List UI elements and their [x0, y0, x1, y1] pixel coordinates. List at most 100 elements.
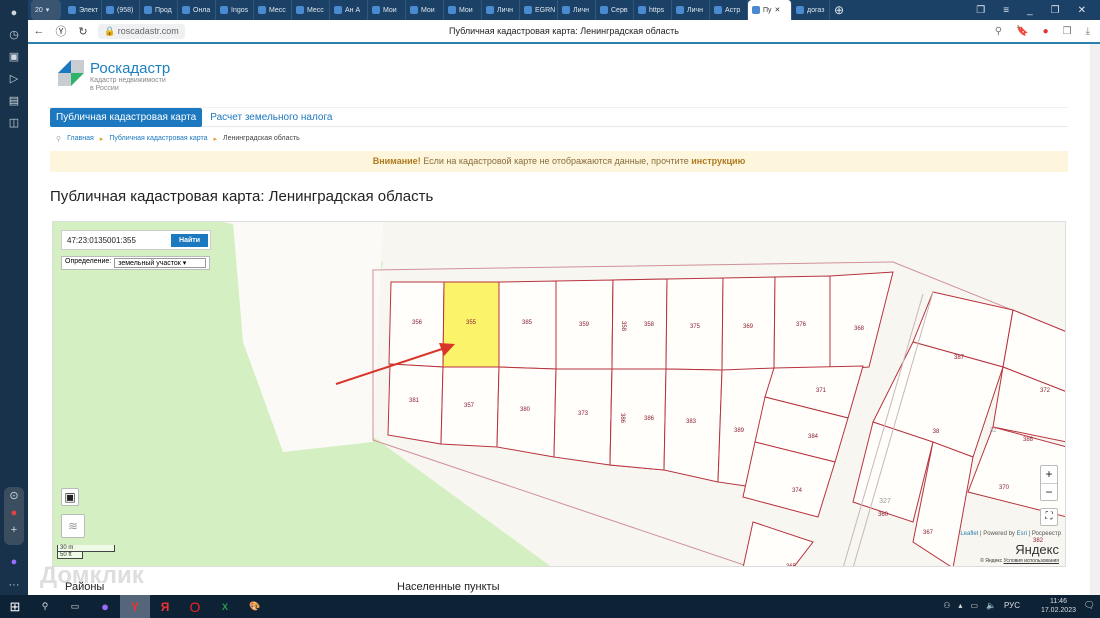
fullscreen-button[interactable]: ⛶: [1040, 508, 1058, 526]
tab-counter[interactable]: 20 ▾: [31, 0, 61, 20]
breadcrumb-map[interactable]: Публичная кадастровая карта: [109, 135, 207, 143]
tray-arrow-icon[interactable]: ▴: [958, 601, 962, 610]
yandex-taskbar-icon[interactable]: Я: [150, 595, 180, 618]
menu-item-land-tax[interactable]: Расчет земельного налога: [202, 112, 340, 123]
people-icon[interactable]: ⚇: [943, 601, 950, 610]
map-pin-icon[interactable]: ●: [4, 505, 24, 521]
bookmark-icon[interactable]: 🔖: [1016, 26, 1028, 37]
tab-title: Личн: [573, 6, 590, 14]
alice-icon[interactable]: ●: [4, 553, 24, 571]
time: 11:46: [1049, 598, 1067, 605]
leaflet-link[interactable]: Leaflet: [960, 531, 978, 537]
parcel-label: 372: [1040, 388, 1051, 394]
browser-tab[interactable]: Пу ✕: [748, 0, 792, 20]
layers-button[interactable]: ≋: [61, 514, 85, 538]
browser-tab[interactable]: Месс: [292, 0, 330, 20]
alice-taskbar-icon[interactable]: ●: [90, 595, 120, 618]
browser-tab[interactable]: Элект: [64, 0, 102, 20]
find-button[interactable]: Найти: [171, 233, 208, 247]
new-tab-button[interactable]: ⊕: [830, 0, 850, 20]
browser-tab[interactable]: https: [634, 0, 672, 20]
screenshot-icon[interactable]: ◫: [4, 114, 24, 132]
browser-tab[interactable]: Мои: [368, 0, 406, 20]
extension-icon[interactable]: ●: [1043, 26, 1049, 37]
breadcrumb-home[interactable]: Главная: [67, 135, 94, 143]
record-icon[interactable]: ⊙: [4, 488, 24, 504]
more-icon[interactable]: ···: [4, 576, 24, 594]
breadcrumb-arrow-icon: ▸: [99, 136, 104, 143]
browser-tab[interactable]: Серв: [596, 0, 634, 20]
definition-label: Определение:: [65, 258, 112, 265]
tab-title: (958): [117, 6, 134, 14]
yandex-terms-link[interactable]: Условия использования: [1004, 558, 1060, 564]
parcel-label: 375: [690, 324, 701, 330]
add-icon[interactable]: +: [4, 522, 24, 538]
browser-tab[interactable]: Личн: [482, 0, 520, 20]
browser-tab[interactable]: Онла: [178, 0, 216, 20]
language-indicator[interactable]: РУС: [1004, 601, 1020, 610]
site-logo[interactable]: Роскадастр Кадастр недвижимости в России: [58, 60, 170, 93]
history-icon[interactable]: ◷: [4, 26, 24, 44]
reader-icon[interactable]: ❒: [1063, 26, 1072, 37]
browser-tab[interactable]: догаз: [792, 0, 830, 20]
browser-tab[interactable]: Мои: [444, 0, 482, 20]
esri-link[interactable]: Esri: [1017, 531, 1027, 537]
taskbar: ⊞ ⚲ ▭ ● Y Я O X 🎨 ⚇ ▴ ▭ 🔈 РУС 11:46 17.02…: [0, 595, 1100, 618]
browser-tab[interactable]: Месс: [254, 0, 292, 20]
download-icon[interactable]: ⤓: [1086, 26, 1090, 37]
tab-favicon-icon: [410, 6, 418, 14]
restore-button[interactable]: ❐: [1051, 5, 1060, 16]
districts-heading: Районы: [65, 581, 105, 593]
map-canvas[interactable]: 356 355 385 359 358 358 375 369 376 368 381 357 380 3…: [53, 222, 1066, 567]
windows-start-icon[interactable]: ⊞: [0, 595, 30, 618]
parcel-label: 381: [409, 398, 420, 404]
close-button[interactable]: ✕: [1078, 5, 1086, 16]
excel-taskbar-icon[interactable]: X: [210, 595, 240, 618]
menu-icon[interactable]: ≡: [1003, 5, 1009, 16]
network-icon[interactable]: ▭: [970, 601, 978, 610]
zoom-out-button[interactable]: −: [1041, 484, 1057, 501]
notifications-icon[interactable]: 🗨: [1084, 600, 1095, 611]
tab-close-icon[interactable]: ✕: [775, 6, 781, 14]
collections-icon[interactable]: ▣: [4, 48, 24, 66]
tab-favicon-icon: [144, 6, 152, 14]
yandex-button[interactable]: Ⓨ: [50, 23, 72, 39]
browser-tab[interactable]: Мои: [406, 0, 444, 20]
instruction-link[interactable]: инструкцию: [691, 156, 745, 166]
tabs-counter-icon[interactable]: ▤: [4, 92, 24, 110]
browser-tab[interactable]: EGRN: [520, 0, 558, 20]
video-icon[interactable]: ▷: [4, 70, 24, 88]
opera-taskbar-icon[interactable]: O: [180, 595, 210, 618]
address-bar: ← Ⓨ ↻ 🔒 roscadastr.com Публичная кадастр…: [28, 20, 1100, 44]
menu-item-cadastral-map[interactable]: Публичная кадастровая карта: [50, 107, 203, 127]
date: 17.02.2023: [1040, 607, 1076, 614]
yandex-browser-taskbar-icon[interactable]: Y: [120, 595, 150, 618]
browser-tab[interactable]: Ingos: [216, 0, 254, 20]
reload-button[interactable]: ↻: [72, 25, 94, 38]
browser-tab[interactable]: Астр: [710, 0, 748, 20]
browser-tab[interactable]: Прод: [140, 0, 178, 20]
zoom-in-button[interactable]: +: [1041, 466, 1057, 484]
minimize-button[interactable]: _: [1027, 5, 1033, 16]
browser-tab[interactable]: Личн: [672, 0, 710, 20]
page-scrollbar[interactable]: [1090, 44, 1100, 595]
draw-tool-button[interactable]: ▣: [61, 488, 79, 506]
volume-icon[interactable]: 🔈: [986, 601, 996, 610]
browser-tab[interactable]: Личн: [558, 0, 596, 20]
browser-tab[interactable]: (958): [102, 0, 140, 20]
clock[interactable]: 11:46 17.02.2023: [1041, 597, 1076, 615]
cadastral-map[interactable]: 356 355 385 359 358 358 375 369 376 368 381 357 380 3…: [52, 221, 1066, 567]
cadastral-number-input[interactable]: 47:23:0135001:355: [64, 236, 171, 245]
url-field[interactable]: 🔒 roscadastr.com: [98, 23, 185, 39]
browser-tab[interactable]: Ан А: [330, 0, 368, 20]
tab-manager-icon[interactable]: ❐: [976, 5, 985, 16]
tab-title: https: [649, 6, 665, 14]
protect-icon[interactable]: ⚲: [995, 26, 1002, 37]
location-pin-icon: ⚲: [56, 136, 62, 143]
definition-select[interactable]: земельный участок ▾: [114, 258, 207, 268]
paint-taskbar-icon[interactable]: 🎨: [240, 595, 270, 618]
search-icon[interactable]: ⚲: [30, 595, 60, 618]
browser-profile-icon[interactable]: ●: [4, 4, 24, 22]
back-button[interactable]: ←: [28, 25, 50, 37]
task-view-icon[interactable]: ▭: [60, 595, 90, 618]
